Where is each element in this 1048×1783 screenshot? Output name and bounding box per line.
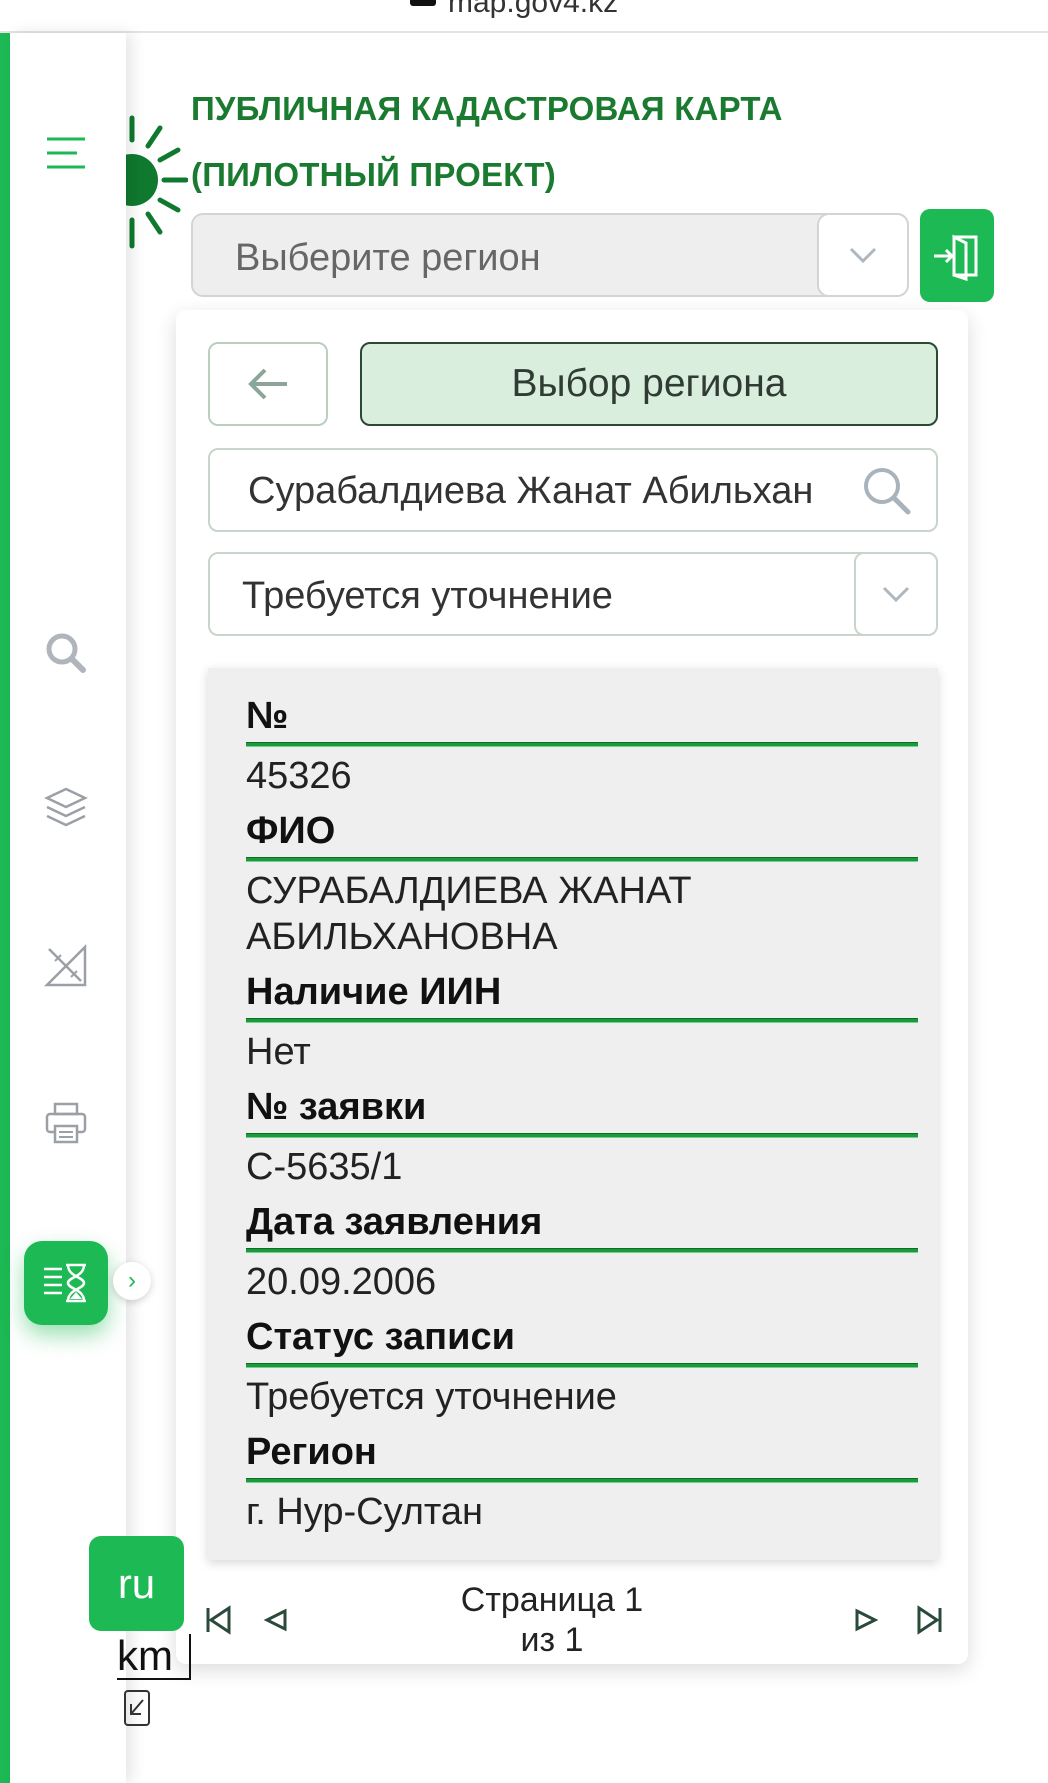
page-title: ПУБЛИЧНАЯ КАДАСТРОВАЯ КАРТА (ПИЛОТНЫЙ ПР… [191, 76, 783, 208]
field-value: Нет [246, 1031, 311, 1073]
field-iin: Наличие ИИН Нет [246, 970, 918, 1075]
record-card[interactable]: № 45326 ФИО СУРАБАЛДИЕВА ЖАНАТ АБИЛЬХАНО… [208, 668, 938, 1560]
field-application-number: № заявки С-5635/1 [246, 1085, 918, 1190]
search-input[interactable] [248, 466, 850, 516]
field-value: С-5635/1 [246, 1146, 403, 1188]
first-page-icon[interactable] [198, 1600, 238, 1640]
search-panel: Выбор региона Требуется уточнение № [176, 310, 968, 1664]
last-page-icon[interactable] [910, 1600, 950, 1640]
arrow-left-icon [248, 368, 287, 400]
field-region: Регион г. Нур-Султан [246, 1430, 918, 1535]
field-value: г. Нур-Султан [246, 1491, 484, 1533]
accent-strip [0, 33, 10, 1783]
search-field[interactable] [208, 448, 938, 532]
region-dropdown-button[interactable] [817, 213, 909, 297]
page-indicator-line2: из 1 [520, 1621, 584, 1659]
region-select[interactable]: Выберите регион [191, 213, 909, 297]
field-value: 45326 [246, 755, 352, 797]
region-select-placeholder: Выберите регион [235, 237, 541, 279]
field-label: Регион [246, 1431, 377, 1473]
field-value: СУРАБАЛДИЕВА ЖАНАТ АБИЛЬХАНОВНА [246, 870, 692, 958]
field-divider [246, 1248, 918, 1253]
menu-icon[interactable] [36, 123, 96, 183]
page-title-line2: (ПИЛОТНЫЙ ПРОЕКТ) [191, 156, 556, 193]
page-indicator-line1: Страница 1 [460, 1581, 644, 1619]
status-dropdown-button[interactable] [854, 552, 938, 636]
login-button[interactable] [920, 209, 994, 302]
logo-sun-icon [106, 110, 189, 260]
field-divider [246, 742, 918, 747]
app-root: map.gov4.kz › ПУБЛИЧНАЯ КАДАСТРОВАЯ КАРТ… [0, 0, 1048, 1783]
scale-resize-icon[interactable] [124, 1690, 150, 1726]
field-divider [246, 1018, 918, 1023]
measure-icon[interactable] [36, 936, 96, 996]
choose-region-button[interactable]: Выбор региона [360, 342, 938, 426]
field-label: Дата заявления [246, 1201, 543, 1243]
lock-icon [410, 0, 436, 6]
search-icon[interactable] [36, 623, 96, 683]
field-divider [246, 1363, 918, 1368]
expand-chevron-icon[interactable]: › [113, 1262, 151, 1300]
search-icon[interactable] [860, 464, 914, 518]
field-value: 20.09.2006 [246, 1261, 437, 1303]
field-divider [246, 1478, 918, 1483]
back-button[interactable] [208, 342, 328, 426]
next-page-icon[interactable] [846, 1600, 886, 1640]
field-label: Наличие ИИН [246, 971, 502, 1013]
field-application-date: Дата заявления 20.09.2006 [246, 1200, 918, 1305]
field-label: Статус записи [246, 1316, 515, 1358]
sidebar [10, 33, 126, 1783]
print-icon[interactable] [36, 1093, 96, 1153]
field-record-status: Статус записи Требуется уточнение [246, 1315, 918, 1420]
layers-icon[interactable] [36, 778, 96, 838]
page-title-line1: ПУБЛИЧНАЯ КАДАСТРОВАЯ КАРТА [191, 90, 783, 127]
status-filter-select[interactable]: Требуется уточнение [208, 552, 938, 636]
field-label: ФИО [246, 810, 336, 852]
status-filter-value: Требуется уточнение [242, 575, 613, 617]
pagination: Страница 1 из 1 [176, 1578, 968, 1664]
queue-icon[interactable] [24, 1241, 108, 1325]
browser-bar: map.gov4.kz [0, 0, 1048, 33]
field-divider [246, 1133, 918, 1138]
field-number: № 45326 [246, 694, 918, 799]
language-button[interactable]: ru [89, 1536, 184, 1631]
chevron-down-icon [882, 586, 910, 603]
field-label: № заявки [246, 1086, 427, 1128]
prev-page-icon[interactable] [256, 1600, 296, 1640]
page-indicator: Страница 1 из 1 [412, 1580, 692, 1660]
login-icon [934, 234, 978, 281]
field-fullname: ФИО СУРАБАЛДИЕВА ЖАНАТ АБИЛЬХАНОВНА [246, 809, 918, 960]
field-label: № [246, 695, 289, 737]
map-scale: km [117, 1634, 191, 1680]
browser-url[interactable]: map.gov4.kz [448, 0, 618, 20]
field-value: Требуется уточнение [246, 1376, 617, 1418]
chevron-down-icon [849, 247, 877, 264]
field-divider [246, 857, 918, 862]
